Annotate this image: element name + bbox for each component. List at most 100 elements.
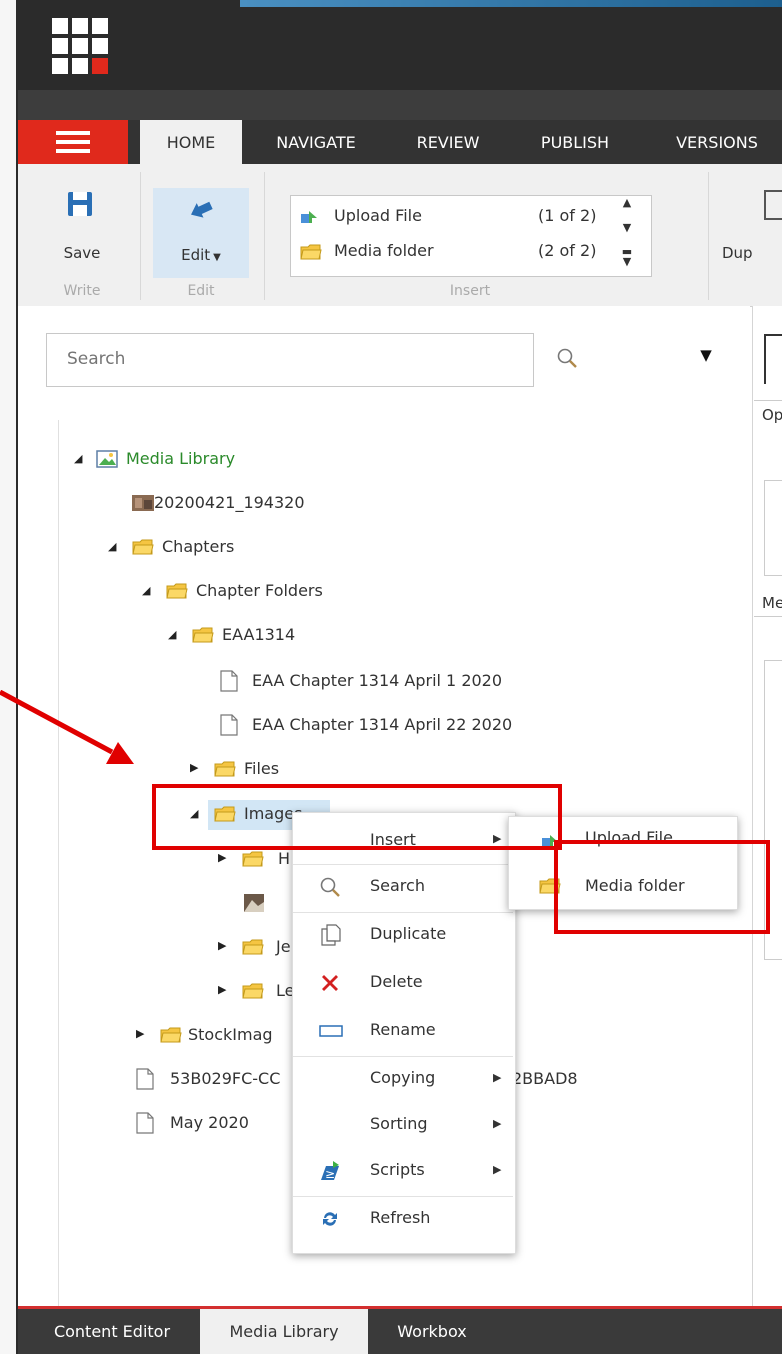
expand-triangle-icon[interactable]: ▶ xyxy=(136,1027,144,1040)
folder-icon xyxy=(214,761,236,777)
search-box xyxy=(46,333,537,387)
folder-icon xyxy=(166,583,188,599)
tree-node-label: StockImag xyxy=(188,1025,273,1044)
tree-node-image[interactable]: 20200421_194320 xyxy=(132,490,392,518)
editor-tab[interactable] xyxy=(764,334,782,384)
menu-item-label: Rename xyxy=(370,1020,436,1039)
menu-item-label: Delete xyxy=(370,972,423,991)
tree-node-label: 20200421_194320 xyxy=(154,493,305,512)
tab-home[interactable]: HOME xyxy=(140,120,242,164)
tree-node-stockimages[interactable]: ▶ StockImag xyxy=(134,1022,294,1050)
file-icon xyxy=(136,1112,154,1134)
tree-node-file[interactable]: EAA Chapter 1314 April 1 2020 xyxy=(220,668,540,696)
scripts-icon: ≥ xyxy=(321,1161,339,1181)
bottom-tab-content-editor[interactable]: Content Editor xyxy=(28,1309,196,1354)
folder-icon xyxy=(242,851,264,867)
tab-review[interactable]: REVIEW xyxy=(400,120,496,164)
tree-node-eaa1314[interactable]: ◢ EAA1314 xyxy=(166,622,366,650)
menu-item-copying[interactable]: Copying ▶ xyxy=(293,1058,513,1102)
save-icon xyxy=(68,192,92,216)
tab-versions[interactable]: VERSIONS xyxy=(652,120,782,164)
tab-navigate[interactable]: NAVIGATE xyxy=(256,120,376,164)
folder-icon xyxy=(300,244,322,260)
expand-triangle-icon[interactable]: ▶ xyxy=(218,939,226,952)
tree-node-file[interactable]: 53B029FC-CC xyxy=(136,1066,296,1094)
tree-node-file[interactable]: May 2020 xyxy=(136,1110,296,1138)
tree-node-label-tail: 2BBAD8 xyxy=(512,1069,578,1088)
hamburger-menu-button[interactable] xyxy=(18,120,128,164)
file-icon xyxy=(136,1068,154,1090)
gallery-item-upload-file[interactable]: Upload File (1 of 2) xyxy=(300,204,640,230)
bottom-tab-workbox[interactable]: Workbox xyxy=(372,1309,492,1354)
gallery-item-media-folder[interactable]: Media folder (2 of 2) xyxy=(300,239,640,265)
panel-label: Me xyxy=(762,594,782,612)
menu-separator xyxy=(293,1056,513,1057)
edit-button[interactable]: Edit ▼ xyxy=(153,188,249,278)
tree-node-label: EAA1314 xyxy=(222,625,296,644)
gallery-expand[interactable]: ▬ ▼ xyxy=(620,246,634,267)
gallery-item-count: (2 of 2) xyxy=(538,241,597,260)
collapse-triangle-icon[interactable]: ◢ xyxy=(74,452,82,465)
menu-item-duplicate[interactable]: Duplicate xyxy=(293,914,513,958)
menu-item-label: Duplicate xyxy=(370,924,447,943)
divider xyxy=(754,616,782,617)
menu-item-label: Refresh xyxy=(370,1208,431,1227)
folder-icon xyxy=(242,983,264,999)
tree-node-files[interactable]: ▶ Files xyxy=(188,756,328,784)
panel-box xyxy=(764,480,782,576)
menu-item-delete[interactable]: Delete xyxy=(293,962,513,1006)
gallery-scroll-down[interactable]: ▼ xyxy=(620,221,634,235)
collapse-triangle-icon[interactable]: ◢ xyxy=(142,584,150,597)
tree-node-label: Je xyxy=(276,937,291,956)
menu-item-rename[interactable]: Rename xyxy=(293,1010,513,1054)
menu-item-label: Copying xyxy=(370,1068,436,1087)
submenu-arrow-icon: ▶ xyxy=(493,1117,502,1130)
gallery-scroll-up[interactable]: ▲ xyxy=(620,196,634,210)
menu-item-refresh[interactable]: Refresh xyxy=(293,1198,513,1242)
search-icon xyxy=(320,877,340,897)
tree-node-media-library[interactable]: ◢ Media Library xyxy=(70,446,330,474)
group-label-edit: Edit xyxy=(187,283,215,299)
collapse-triangle-icon[interactable]: ◢ xyxy=(108,540,116,553)
ribbon-separator xyxy=(264,172,265,300)
group-label-insert: Insert xyxy=(449,283,491,299)
submenu-arrow-icon: ▶ xyxy=(493,1071,502,1084)
ribbon-separator xyxy=(708,172,709,300)
menu-item-label: Sorting xyxy=(370,1114,428,1133)
expand-triangle-icon[interactable]: ▶ xyxy=(190,761,198,774)
image-thumb-icon xyxy=(244,894,264,912)
expand-triangle-icon[interactable]: ▶ xyxy=(218,851,226,864)
tree-node-label: Chapter Folders xyxy=(196,581,323,600)
image-thumb-icon xyxy=(132,495,154,511)
bottom-tab-media-library[interactable]: Media Library xyxy=(200,1309,368,1354)
expand-triangle-icon[interactable]: ▶ xyxy=(218,983,226,996)
menu-item-label: Scripts xyxy=(370,1160,425,1179)
tree-node-chapters[interactable]: ◢ Chapters xyxy=(106,534,306,562)
menu-item-scripts[interactable]: ≥ Scripts ▶ xyxy=(293,1150,513,1194)
menu-item-sorting[interactable]: Sorting ▶ xyxy=(293,1104,513,1148)
save-button[interactable]: Save xyxy=(50,190,114,270)
search-icon[interactable] xyxy=(556,347,578,369)
media-library-icon xyxy=(96,450,118,468)
sub-header xyxy=(18,90,782,120)
gallery-item-label: Media folder xyxy=(334,241,434,260)
annotation-highlight-box xyxy=(152,784,562,850)
tree-node-label: EAA Chapter 1314 April 22 2020 xyxy=(252,715,513,734)
hamburger-icon xyxy=(56,131,90,153)
search-input[interactable] xyxy=(47,334,537,384)
tab-publish[interactable]: PUBLISH xyxy=(520,120,630,164)
folder-icon xyxy=(192,627,214,643)
duplicate-button[interactable]: Dup xyxy=(722,190,782,270)
collapse-triangle-icon[interactable]: ◢ xyxy=(168,628,176,641)
tree-node-label: May 2020 xyxy=(170,1113,249,1132)
menu-separator xyxy=(293,912,513,913)
duplicate-icon xyxy=(764,190,782,220)
launchpad-grid-icon[interactable] xyxy=(52,18,108,74)
tree-node-file[interactable]: EAA Chapter 1314 April 22 2020 xyxy=(220,712,560,740)
header-accent xyxy=(240,0,782,7)
tree-node-chapter-folders[interactable]: ◢ Chapter Folders xyxy=(140,578,380,606)
search-options-dropdown[interactable]: ▼ xyxy=(694,346,718,370)
menu-item-search[interactable]: Search xyxy=(293,866,513,908)
rename-icon xyxy=(319,1025,343,1037)
tree-node-label: EAA Chapter 1314 April 1 2020 xyxy=(252,671,503,690)
